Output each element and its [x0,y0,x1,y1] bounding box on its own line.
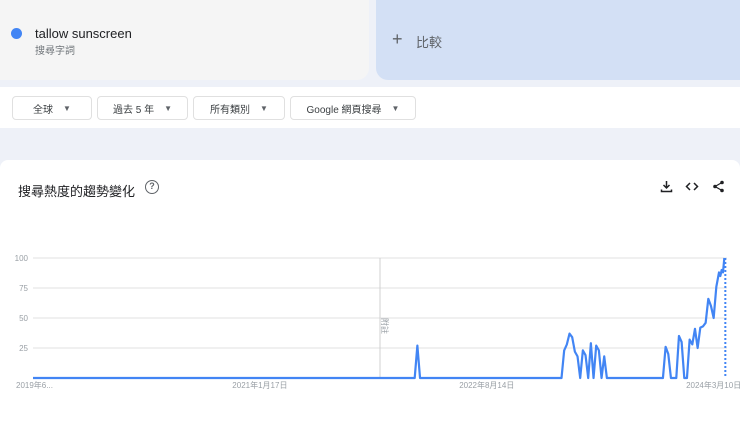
caret-down-icon: ▼ [164,103,173,113]
y-tick-label: 25 [19,344,28,353]
interest-over-time-card: 搜尋熱度的趨勢變化 ? 25 50 75 100 附註 2019年6... 2021年1月1… [0,160,740,428]
caret-down-icon: ▼ [260,103,268,113]
plus-icon: + [392,29,403,49]
y-tick-label: 100 [15,254,29,263]
x-tick-label: 2021年1月17日 [232,380,287,390]
dropdown-label: 所有類別 [210,104,251,116]
x-tick-label: 2019年6... [16,380,53,390]
search-term-name[interactable]: tallow sunscreen [35,26,132,41]
category-dropdown[interactable]: 所有類別 ▼ [193,96,285,120]
dropdown-label: 全球 [33,104,54,116]
compare-label: 比較 [416,35,443,50]
x-tick-label: 2022年8月14日 [459,380,514,390]
region-dropdown[interactable]: 全球 ▼ [12,96,92,120]
line-chart: 25 50 75 100 附註 2019年6... 2021年1月17日 2022年8月14日… [15,254,740,390]
filter-bar: 全球 ▼ 過去 5 年 ▼ 所有類別 ▼ Google 網頁搜尋 ▼ [0,87,740,128]
search-term-card[interactable]: tallow sunscreen 搜尋字詞 [0,0,369,80]
caret-down-icon: ▼ [391,103,400,113]
search-type-dropdown[interactable]: Google 網頁搜尋 ▼ [290,96,416,120]
y-tick-label: 50 [19,314,28,323]
term-color-dot [11,28,22,39]
dropdown-label: Google 網頁搜尋 [306,104,382,116]
compare-button[interactable]: + 比較 [376,0,740,80]
caret-down-icon: ▼ [63,103,71,113]
x-tick-label: 2024年3月10日 [686,380,740,390]
dropdown-label: 過去 5 年 [112,104,155,116]
time-range-dropdown[interactable]: 過去 5 年 ▼ [97,96,188,120]
y-tick-label: 75 [19,284,28,293]
search-term-type: 搜尋字詞 [35,46,75,57]
annotation-label: 附註 [380,318,390,334]
